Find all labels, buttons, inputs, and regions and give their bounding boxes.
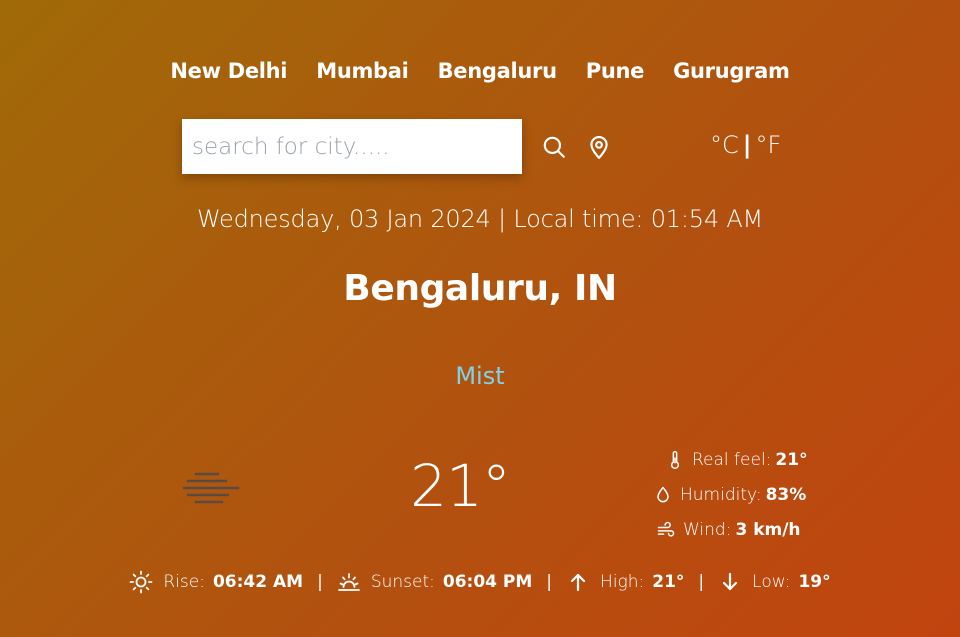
city-nav: New Delhi Mumbai Bengaluru Pune Gurugram bbox=[0, 58, 960, 84]
footer-separator: | bbox=[546, 572, 553, 592]
low-temp-item: Low: 19° bbox=[718, 570, 831, 594]
wind-icon bbox=[655, 519, 677, 541]
high-value: 21° bbox=[652, 572, 685, 592]
real-feel-row: Real feel: 21° bbox=[650, 442, 860, 477]
sunset-item: Sunset: 06:04 PM bbox=[337, 570, 532, 594]
celsius-button[interactable]: °C bbox=[710, 131, 739, 159]
humidity-value: 83% bbox=[765, 484, 807, 505]
city-link-new-delhi[interactable]: New Delhi bbox=[170, 58, 287, 84]
humidity-label: Humidity: bbox=[680, 484, 762, 505]
city-link-gurugram[interactable]: Gurugram bbox=[673, 58, 790, 84]
local-datetime: Wednesday, 03 Jan 2024 | Local time: 01:… bbox=[196, 205, 764, 233]
search-row: °C | °F bbox=[182, 119, 782, 174]
thermometer-icon bbox=[664, 449, 686, 471]
sun-and-temp-range: Rise: 06:42 AM | Sunset: 06:04 PM | High… bbox=[0, 570, 960, 594]
sunset-icon bbox=[337, 570, 361, 594]
high-label: High: bbox=[600, 572, 645, 592]
low-value: 19° bbox=[798, 572, 831, 592]
sunrise-value: 06:42 AM bbox=[212, 572, 304, 592]
sunrise-item: Rise: 06:42 AM bbox=[129, 570, 303, 594]
city-link-mumbai[interactable]: Mumbai bbox=[316, 58, 409, 84]
footer-separator: | bbox=[317, 572, 323, 592]
real-feel-label: Real feel: bbox=[692, 449, 772, 470]
sunset-value: 06:04 PM bbox=[442, 572, 533, 592]
sunrise-label: Rise: bbox=[163, 572, 205, 592]
sun-icon bbox=[129, 570, 153, 594]
fahrenheit-button[interactable]: °F bbox=[756, 131, 782, 159]
humidity-row: Humidity: 83% bbox=[650, 477, 860, 512]
unit-separator: | bbox=[742, 131, 752, 159]
city-link-bengaluru[interactable]: Bengaluru bbox=[438, 58, 557, 84]
current-temperature: 21° bbox=[410, 452, 511, 520]
arrow-up-icon bbox=[566, 570, 590, 594]
footer-separator: | bbox=[698, 572, 705, 592]
unit-toggle: °C | °F bbox=[710, 131, 781, 159]
search-icon[interactable] bbox=[541, 134, 567, 160]
weather-condition: Mist bbox=[455, 362, 505, 390]
mist-icon bbox=[182, 470, 240, 510]
city-link-pune[interactable]: Pune bbox=[586, 58, 645, 84]
sunset-label: Sunset: bbox=[370, 572, 435, 592]
wind-label: Wind: bbox=[683, 519, 732, 540]
location-pin-icon[interactable] bbox=[586, 134, 612, 160]
location-title: Bengaluru, IN bbox=[343, 268, 617, 309]
weather-app: New Delhi Mumbai Bengaluru Pune Gurugram… bbox=[0, 0, 960, 637]
high-temp-item: High: 21° bbox=[566, 570, 684, 594]
search-input[interactable] bbox=[182, 119, 522, 174]
arrow-down-icon bbox=[718, 570, 742, 594]
low-label: Low: bbox=[752, 572, 791, 592]
wind-row: Wind: 3 km/h bbox=[650, 512, 860, 547]
wind-value: 3 km/h bbox=[735, 519, 801, 540]
weather-details: Real feel: 21° Humidity: 83% Wind: 3 km/… bbox=[650, 442, 860, 547]
real-feel-value: 21° bbox=[775, 449, 808, 470]
droplet-icon bbox=[652, 484, 674, 506]
